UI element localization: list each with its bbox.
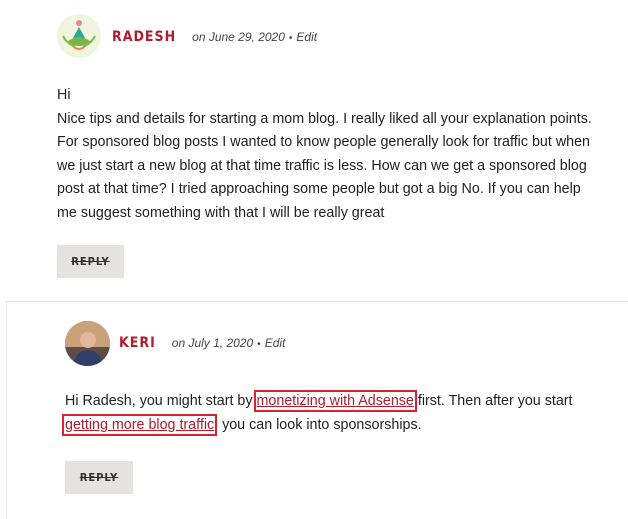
reply-button[interactable]: Reply [57, 245, 124, 278]
reply-comment: Keri on July 1, 2020 • Edit Hi Radesh, y… [6, 301, 628, 519]
reply-button[interactable]: Reply [65, 461, 133, 494]
comment: Radesh on June 29, 2020 • Edit Hi Nice t… [0, 0, 628, 300]
meta-separator: • [288, 33, 293, 44]
comment-meta: Radesh on June 29, 2020 • Edit [112, 29, 317, 45]
blog-traffic-link[interactable]: getting more blog traffic [61, 413, 218, 436]
comment-date[interactable]: on July 1, 2020 [172, 336, 253, 350]
adsense-link[interactable]: monetizing with Adsense [253, 390, 417, 412]
comment-meta: Keri on July 1, 2020 • Edit [119, 335, 285, 351]
comment-body: Hi Nice tips and details for starting a … [57, 84, 597, 225]
edit-link[interactable]: Edit [296, 30, 317, 44]
text-segment: Hi Radesh, you might start by [65, 393, 257, 409]
comment-body: Hi Radesh, you might start by monetizing… [61, 390, 605, 437]
lotus-logo-icon [57, 14, 101, 58]
comment-greeting: Hi [57, 87, 71, 103]
user-photo-icon [65, 321, 110, 366]
comment-author[interactable]: Keri [119, 335, 156, 351]
comment-author[interactable]: Radesh [112, 29, 176, 45]
avatar [65, 321, 110, 366]
avatar [57, 14, 101, 58]
text-segment: first. Then after you start [413, 393, 573, 409]
comment-date[interactable]: on June 29, 2020 [192, 30, 285, 44]
comment-text: Hi Radesh, you might start by monetizing… [61, 390, 605, 437]
text-segment: , you can look into sponsorships. [214, 416, 422, 433]
comment-text: Nice tips and details for starting a mom… [57, 110, 592, 221]
edit-link[interactable]: Edit [265, 336, 286, 350]
meta-separator: • [257, 339, 261, 350]
